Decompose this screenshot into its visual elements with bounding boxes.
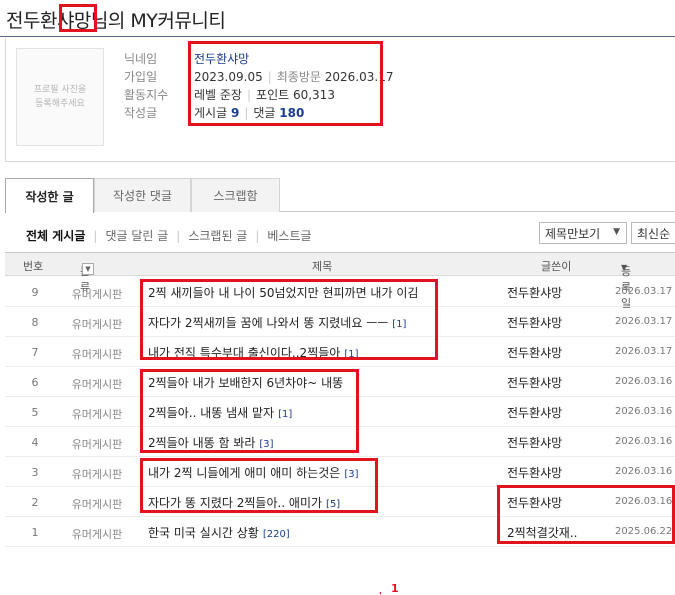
joined-label: 가입일 [124,70,158,84]
sort-select[interactable]: 최신순 [631,222,675,244]
row-author[interactable]: 전두환샤망 [507,404,562,421]
highlight-box [140,369,359,453]
row-date: 2026.03.17 [615,346,673,357]
sort-down-icon: ▼ [621,263,628,272]
highlight-box [188,41,383,126]
highlight-box [140,279,438,360]
row-category[interactable]: 유머게시판 [67,376,127,392]
row-date: 2026.03.17 [615,286,673,297]
row-number: 3 [31,466,39,479]
highlight-box [59,4,97,32]
row-date: 2026.03.16 [615,436,673,447]
tab-scrap[interactable]: 스크랩함 [191,178,280,212]
view-mode-select[interactable]: 제목만보기 ▼ [539,222,627,244]
header-no: 번호 [23,260,44,273]
row-author[interactable]: 전두환샤망 [507,284,562,301]
profile-photo-text: 프로필 사진을 등록해주세요 [33,85,87,109]
tab-written-comments[interactable]: 작성한 댓글 [94,178,191,212]
row-title-link[interactable]: 한국 미국 실시간 상황 [220] [148,524,290,541]
row-title: 한국 미국 실시간 상황 [148,526,259,540]
pagination-current-page[interactable]: 1 [391,582,399,595]
row-number: 9 [31,286,39,299]
tab-bar: 작성한 글 작성한 댓글 스크랩함 [5,178,675,213]
sort-value: 최신순 [637,226,671,241]
highlight-box [140,458,378,513]
filter-best-posts[interactable]: 베스트글 [267,229,311,243]
row-category[interactable]: 유머게시판 [67,346,127,362]
row-date: 2026.03.17 [615,316,673,327]
page-title: 전두환샤망님의 MY커뮤니티 [6,10,226,32]
title-divider [0,36,675,37]
row-author[interactable]: 전두환샤망 [507,314,562,331]
row-category[interactable]: 유머게시판 [67,406,127,422]
nickname-label: 닉네임 [124,52,158,66]
row-category[interactable]: 유머게시판 [67,316,127,332]
highlight-box [497,485,675,544]
separator: | [255,229,260,243]
board-filter-nav: 전체 게시글 | 댓글 달린 글 | 스크랩된 글 | 베스트글 [26,227,312,244]
separator: | [176,229,181,243]
row-number: 7 [31,346,39,359]
row-author[interactable]: 전두환샤망 [507,434,562,451]
activity-label: 활동지수 [124,88,169,102]
tab-written-posts[interactable]: 작성한 글 [5,178,94,213]
row-author[interactable]: 전두환샤망 [507,344,562,361]
row-number: 5 [31,406,39,419]
profile-photo-placeholder[interactable]: 프로필 사진을 등록해주세요 [16,48,104,146]
row-number: 6 [31,376,39,389]
written-label: 작성글 [124,106,158,120]
separator: | [93,229,98,243]
row-category[interactable]: 유머게시판 [67,436,127,452]
row-date: 2026.03.16 [615,466,673,477]
row-number: 8 [31,316,39,329]
row-date: 2026.03.16 [615,376,673,387]
header-title: 제목 [312,260,333,273]
table-header: 번호 분류▼ 제목 글쓴이 등록일 ▼ [5,252,675,310]
row-category[interactable]: 유머게시판 [67,496,127,512]
row-author[interactable]: 전두환샤망 [507,374,562,391]
chevron-down-icon: ▼ [613,227,620,237]
row-comment-count: [220] [262,529,290,540]
row-number: 1 [31,526,39,539]
row-category[interactable]: 유머게시판 [67,526,127,542]
view-mode-value: 제목만보기 [545,226,601,241]
filter-scrapped-posts[interactable]: 스크랩된 글 [188,229,247,243]
dropdown-icon[interactable]: ▼ [82,263,94,275]
filter-all-posts[interactable]: 전체 게시글 [26,229,85,243]
header-author: 글쓴이 [541,260,572,273]
row-category[interactable]: 유머게시판 [67,466,127,482]
filter-commented-posts[interactable]: 댓글 달린 글 [105,229,168,243]
row-number: 2 [31,496,39,509]
row-author[interactable]: 전두환샤망 [507,464,562,481]
row-number: 4 [31,436,39,449]
row-category[interactable]: 유머게시판 [67,286,127,302]
row-date: 2026.03.16 [615,406,673,417]
